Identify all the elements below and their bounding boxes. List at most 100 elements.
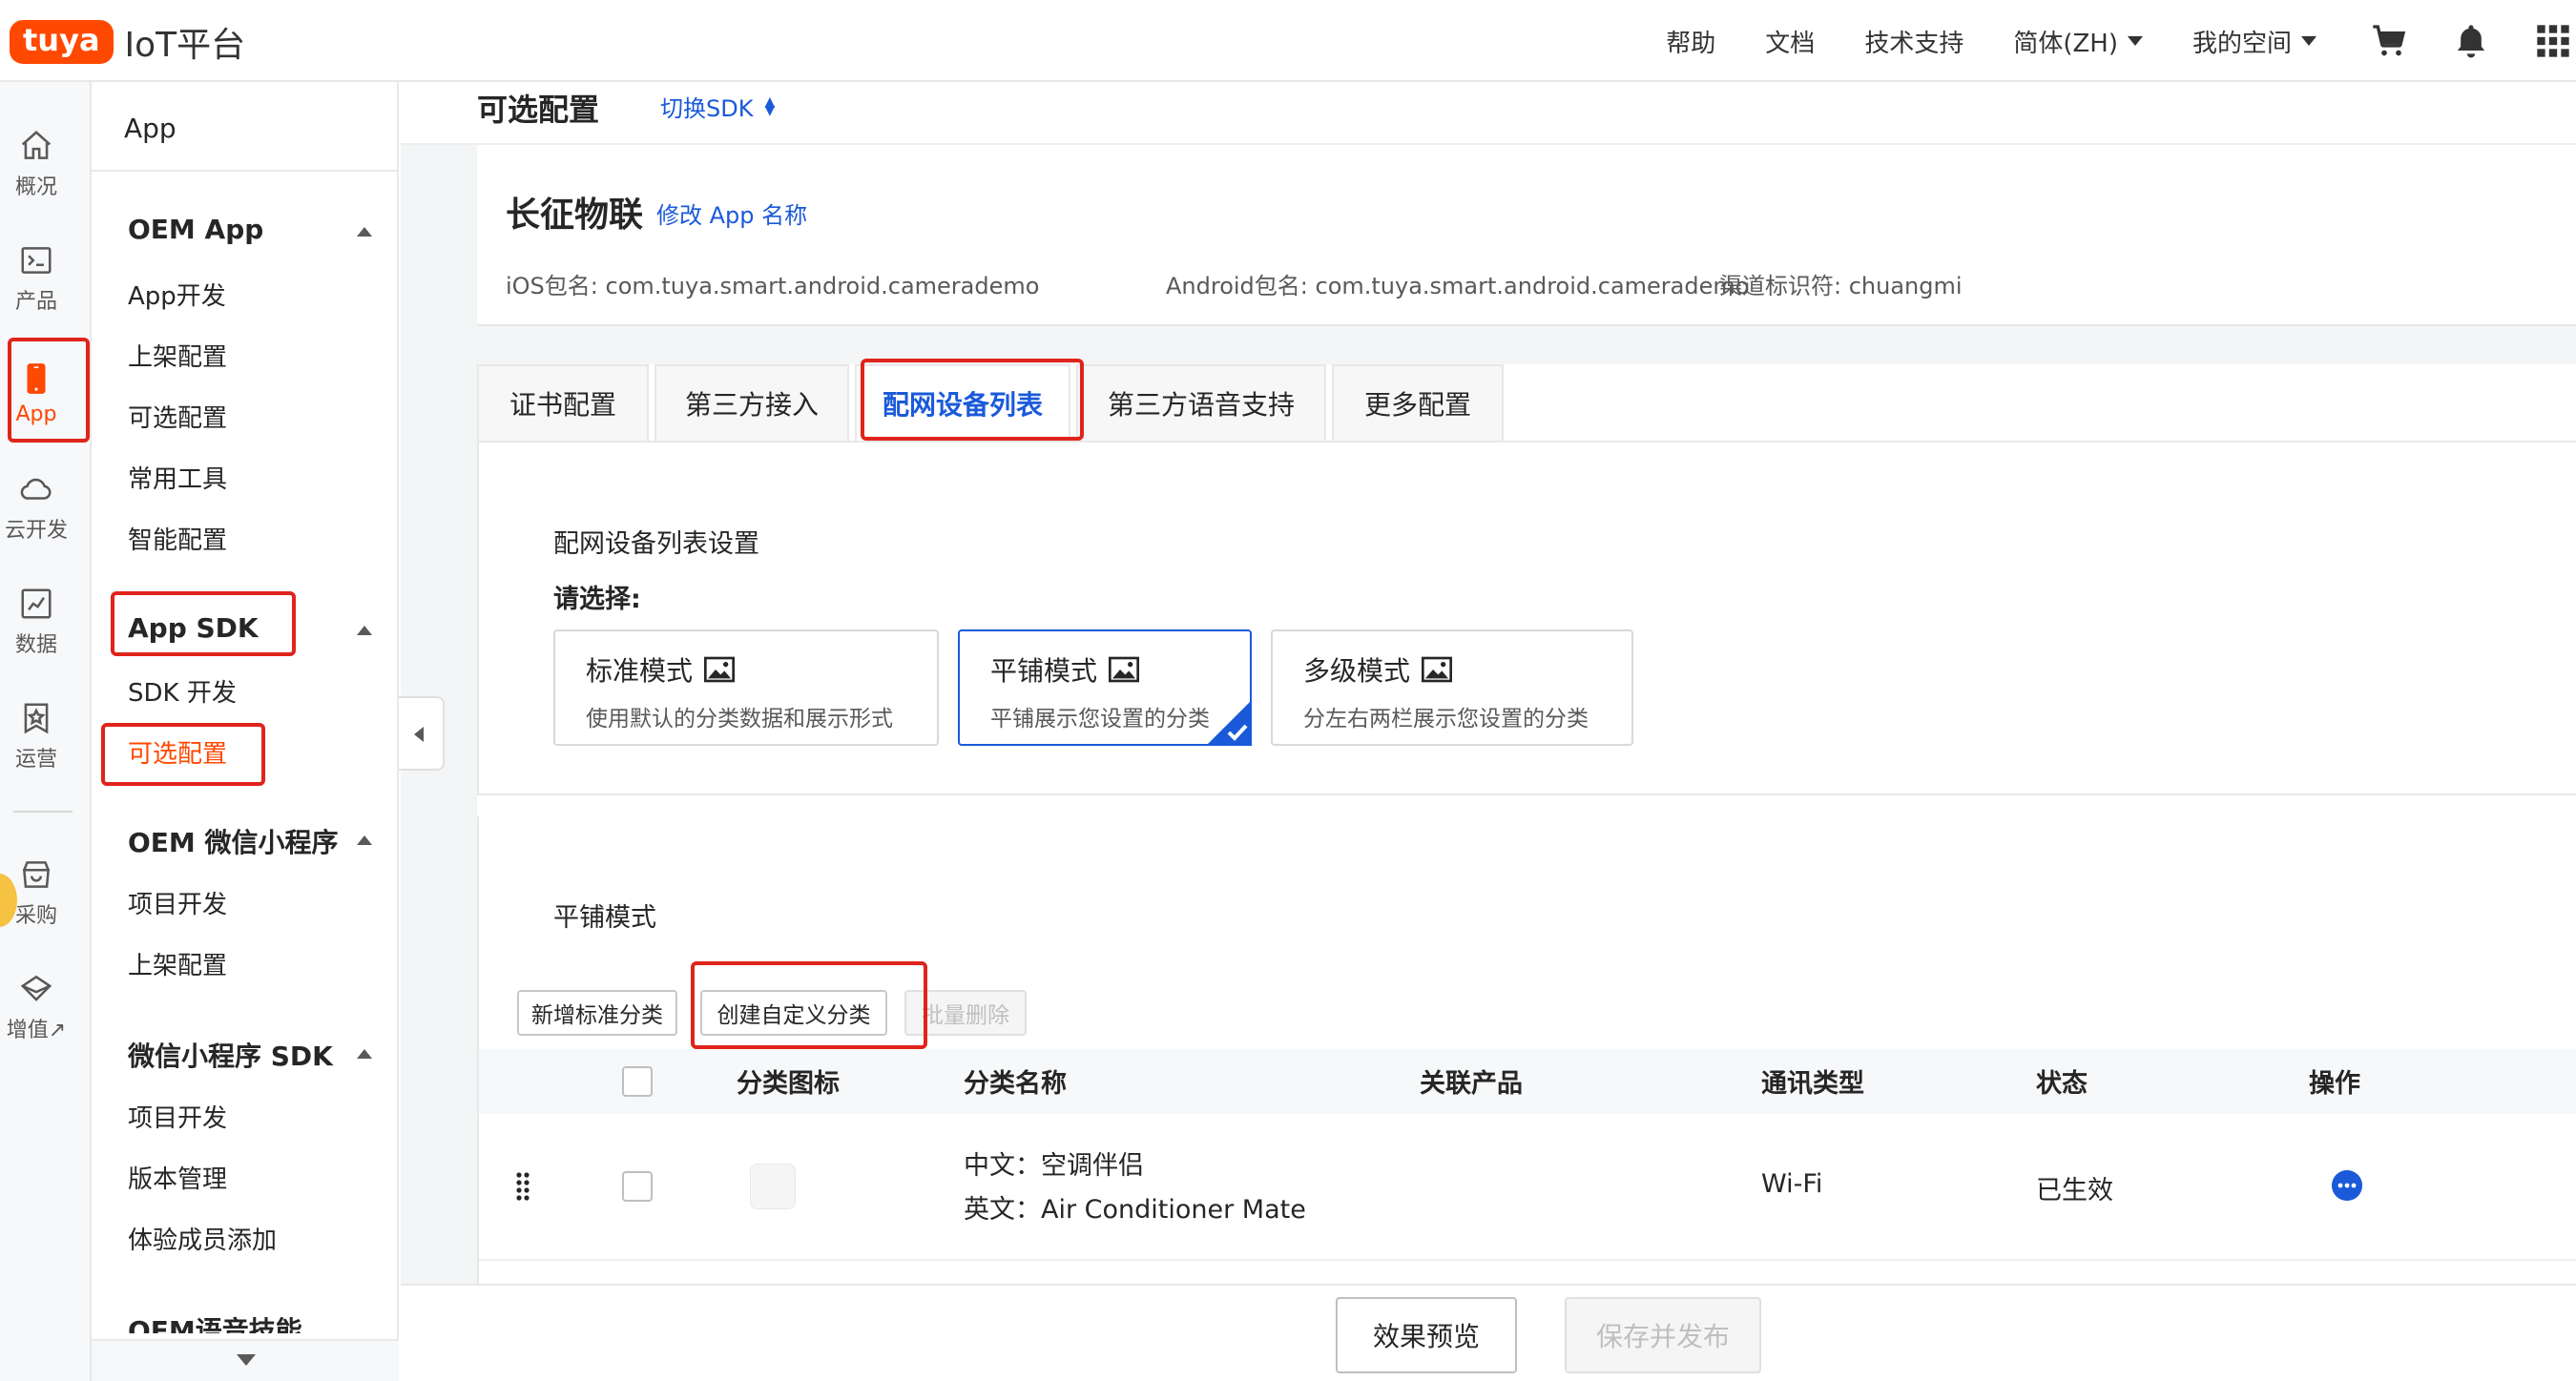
shop-icon	[22, 861, 51, 888]
category-icon	[750, 1164, 796, 1209]
create-custom-button[interactable]: 创建自定义分类	[700, 990, 887, 1036]
cloud-icon	[20, 478, 52, 500]
docs-link[interactable]: 文档	[1765, 24, 1815, 59]
home-icon	[21, 131, 52, 159]
mode-desc: 分左右两栏展示您设置的分类	[1303, 707, 1589, 732]
more-options-icon[interactable]	[2332, 1170, 2362, 1201]
rail-item-overview[interactable]: 概况	[0, 116, 73, 212]
phone-icon	[27, 362, 46, 394]
sidebar-item-optional[interactable]: 可选配置	[128, 399, 227, 434]
sidebar-item-wechat-project[interactable]: 项目开发	[128, 885, 227, 920]
mode-title-label: 平铺模式	[990, 655, 1098, 687]
row-comm: Wi-Fi	[1761, 1169, 1823, 1199]
group-label: App SDK	[128, 612, 259, 644]
rail-divider	[13, 811, 73, 813]
rail-item-operation[interactable]: 运营	[0, 689, 73, 784]
cart-icon[interactable]	[2370, 22, 2408, 60]
row-status: 已生效	[2036, 1176, 2113, 1206]
row-name-en: 英文：Air Conditioner Mate	[964, 1195, 1306, 1225]
col-comm: 通讯类型	[1761, 1069, 1864, 1099]
sidebar-divider	[92, 170, 399, 172]
star-badge-icon	[24, 703, 49, 734]
sidebar-group-wechat-sdk[interactable]: 微信小程序 SDK	[128, 1036, 372, 1074]
sidebar-item-listing[interactable]: 上架配置	[128, 338, 227, 373]
bell-icon[interactable]	[2452, 22, 2490, 60]
mode-desc: 使用默认的分类数据和展示形式	[586, 707, 893, 732]
sidebar-scroll-down[interactable]	[92, 1339, 399, 1381]
rail-item-data[interactable]: 数据	[0, 574, 73, 670]
space-label: 我的空间	[2192, 29, 2292, 58]
add-standard-button[interactable]: 新增标准分类	[517, 990, 677, 1036]
mode-title: 多级模式	[1303, 650, 1453, 689]
rail-label: 运营	[14, 748, 57, 772]
sidebar: App OEM App App开发 上架配置 可选配置 常用工具 智能配置 Ap…	[92, 82, 399, 1381]
rail-item-cloud[interactable]: 云开发	[0, 460, 73, 555]
sidebar-group-oem-app[interactable]: OEM App	[128, 214, 372, 245]
page-title: 可选配置	[477, 92, 600, 128]
chevron-up-icon	[357, 835, 372, 845]
sidebar-item-tools[interactable]: 常用工具	[128, 460, 227, 495]
rename-app-link[interactable]: 修改 App 名称	[656, 196, 807, 230]
terminal-icon	[21, 247, 52, 274]
rail-item-app[interactable]: App	[0, 345, 73, 441]
sidebar-app-title: App	[124, 113, 177, 144]
language-dropdown[interactable]: 简体(ZH)	[2013, 24, 2143, 59]
chevron-up-icon	[357, 626, 372, 635]
mode-standard[interactable]: 标准模式 使用默认的分类数据和展示形式	[553, 629, 939, 746]
apps-grid-icon[interactable]	[2534, 22, 2572, 60]
rail-label: 采购	[14, 904, 57, 928]
batch-delete-button[interactable]: 批量删除	[904, 990, 1027, 1036]
publish-button[interactable]: 保存并发布	[1565, 1297, 1761, 1373]
space-dropdown[interactable]: 我的空间	[2192, 24, 2316, 59]
sidebar-item-app-dev[interactable]: App开发	[128, 277, 226, 312]
col-name: 分类名称	[964, 1069, 1067, 1099]
sidebar-item-sdk-dev[interactable]: SDK 开发	[128, 673, 237, 709]
channel-id: 渠道标识符: chuangmi	[1719, 273, 1963, 299]
sort-icon: ▲ ▼	[764, 93, 776, 118]
drag-handle-icon[interactable]	[515, 1171, 530, 1202]
sidebar-collapse-button[interactable]	[399, 696, 445, 771]
sidebar-item-wechat-sdk-project[interactable]: 项目开发	[128, 1099, 227, 1134]
top-bar: tuya IoT平台 帮助 文档 技术支持 简体(ZH) 我的空间	[0, 0, 2576, 82]
help-link[interactable]: 帮助	[1666, 24, 1715, 59]
mode-tile[interactable]: 平铺模式 平铺展示您设置的分类	[958, 629, 1252, 746]
top-nav: 帮助 文档 技术支持 简体(ZH) 我的空间	[1666, 0, 2576, 82]
sidebar-item-members[interactable]: 体验成员添加	[128, 1221, 277, 1256]
mode-desc: 平铺展示您设置的分类	[990, 707, 1210, 732]
app-info-card: 长征物联 修改 App 名称 iOS包名: com.tuya.smart.and…	[477, 145, 2576, 326]
switch-sdk-link[interactable]: 切换SDK ▲ ▼	[660, 90, 775, 123]
image-icon	[1422, 656, 1453, 683]
chevron-up-icon	[357, 1049, 372, 1059]
sidebar-group-oem-voice[interactable]: OEM语音技能	[128, 1310, 302, 1333]
col-icon: 分类图标	[737, 1069, 840, 1099]
sidebar-group-oem-wechat[interactable]: OEM 微信小程序	[128, 822, 372, 860]
android-package: Android包名: com.tuya.smart.android.camera…	[1166, 273, 1750, 299]
group-label: OEM App	[128, 214, 264, 245]
row-checkbox[interactable]	[622, 1171, 653, 1202]
rail-item-value-added[interactable]: 增值↗	[0, 959, 73, 1055]
rail-label: 概况	[14, 175, 57, 199]
check-icon	[1206, 700, 1252, 746]
logo[interactable]: tuya IoT平台	[10, 19, 245, 65]
mode-title-label: 多级模式	[1303, 655, 1411, 687]
select-all-checkbox[interactable]	[622, 1066, 653, 1097]
chevron-left-icon	[414, 727, 424, 742]
mode-multilevel[interactable]: 多级模式 分左右两栏展示您设置的分类	[1271, 629, 1633, 746]
sidebar-item-wechat-listing[interactable]: 上架配置	[128, 946, 227, 981]
sidebar-item-version[interactable]: 版本管理	[128, 1160, 227, 1195]
page-header: 可选配置 切换SDK ▲ ▼	[401, 82, 2576, 145]
mode-title: 标准模式	[586, 650, 736, 689]
logo-badge: tuya	[10, 20, 114, 64]
sidebar-item-smart[interactable]: 智能配置	[128, 521, 227, 556]
sidebar-item-sdk-optional[interactable]: 可选配置	[128, 734, 227, 770]
support-link[interactable]: 技术支持	[1864, 24, 1963, 59]
row-name-cn: 中文：空调伴侣	[964, 1151, 1144, 1181]
ios-package: iOS包名: com.tuya.smart.android.camerademo	[506, 273, 1040, 299]
diamond-icon	[20, 975, 52, 1001]
icon-rail: 概况 产品 App 云开发 数据 运营 采购 增值↗	[0, 82, 92, 1381]
sidebar-group-app-sdk[interactable]: App SDK	[128, 612, 372, 644]
device-list-title: 配网设备列表设置	[553, 529, 759, 559]
rail-item-product[interactable]: 产品	[0, 231, 73, 326]
image-icon	[1109, 656, 1140, 683]
preview-button[interactable]: 效果预览	[1336, 1297, 1517, 1373]
